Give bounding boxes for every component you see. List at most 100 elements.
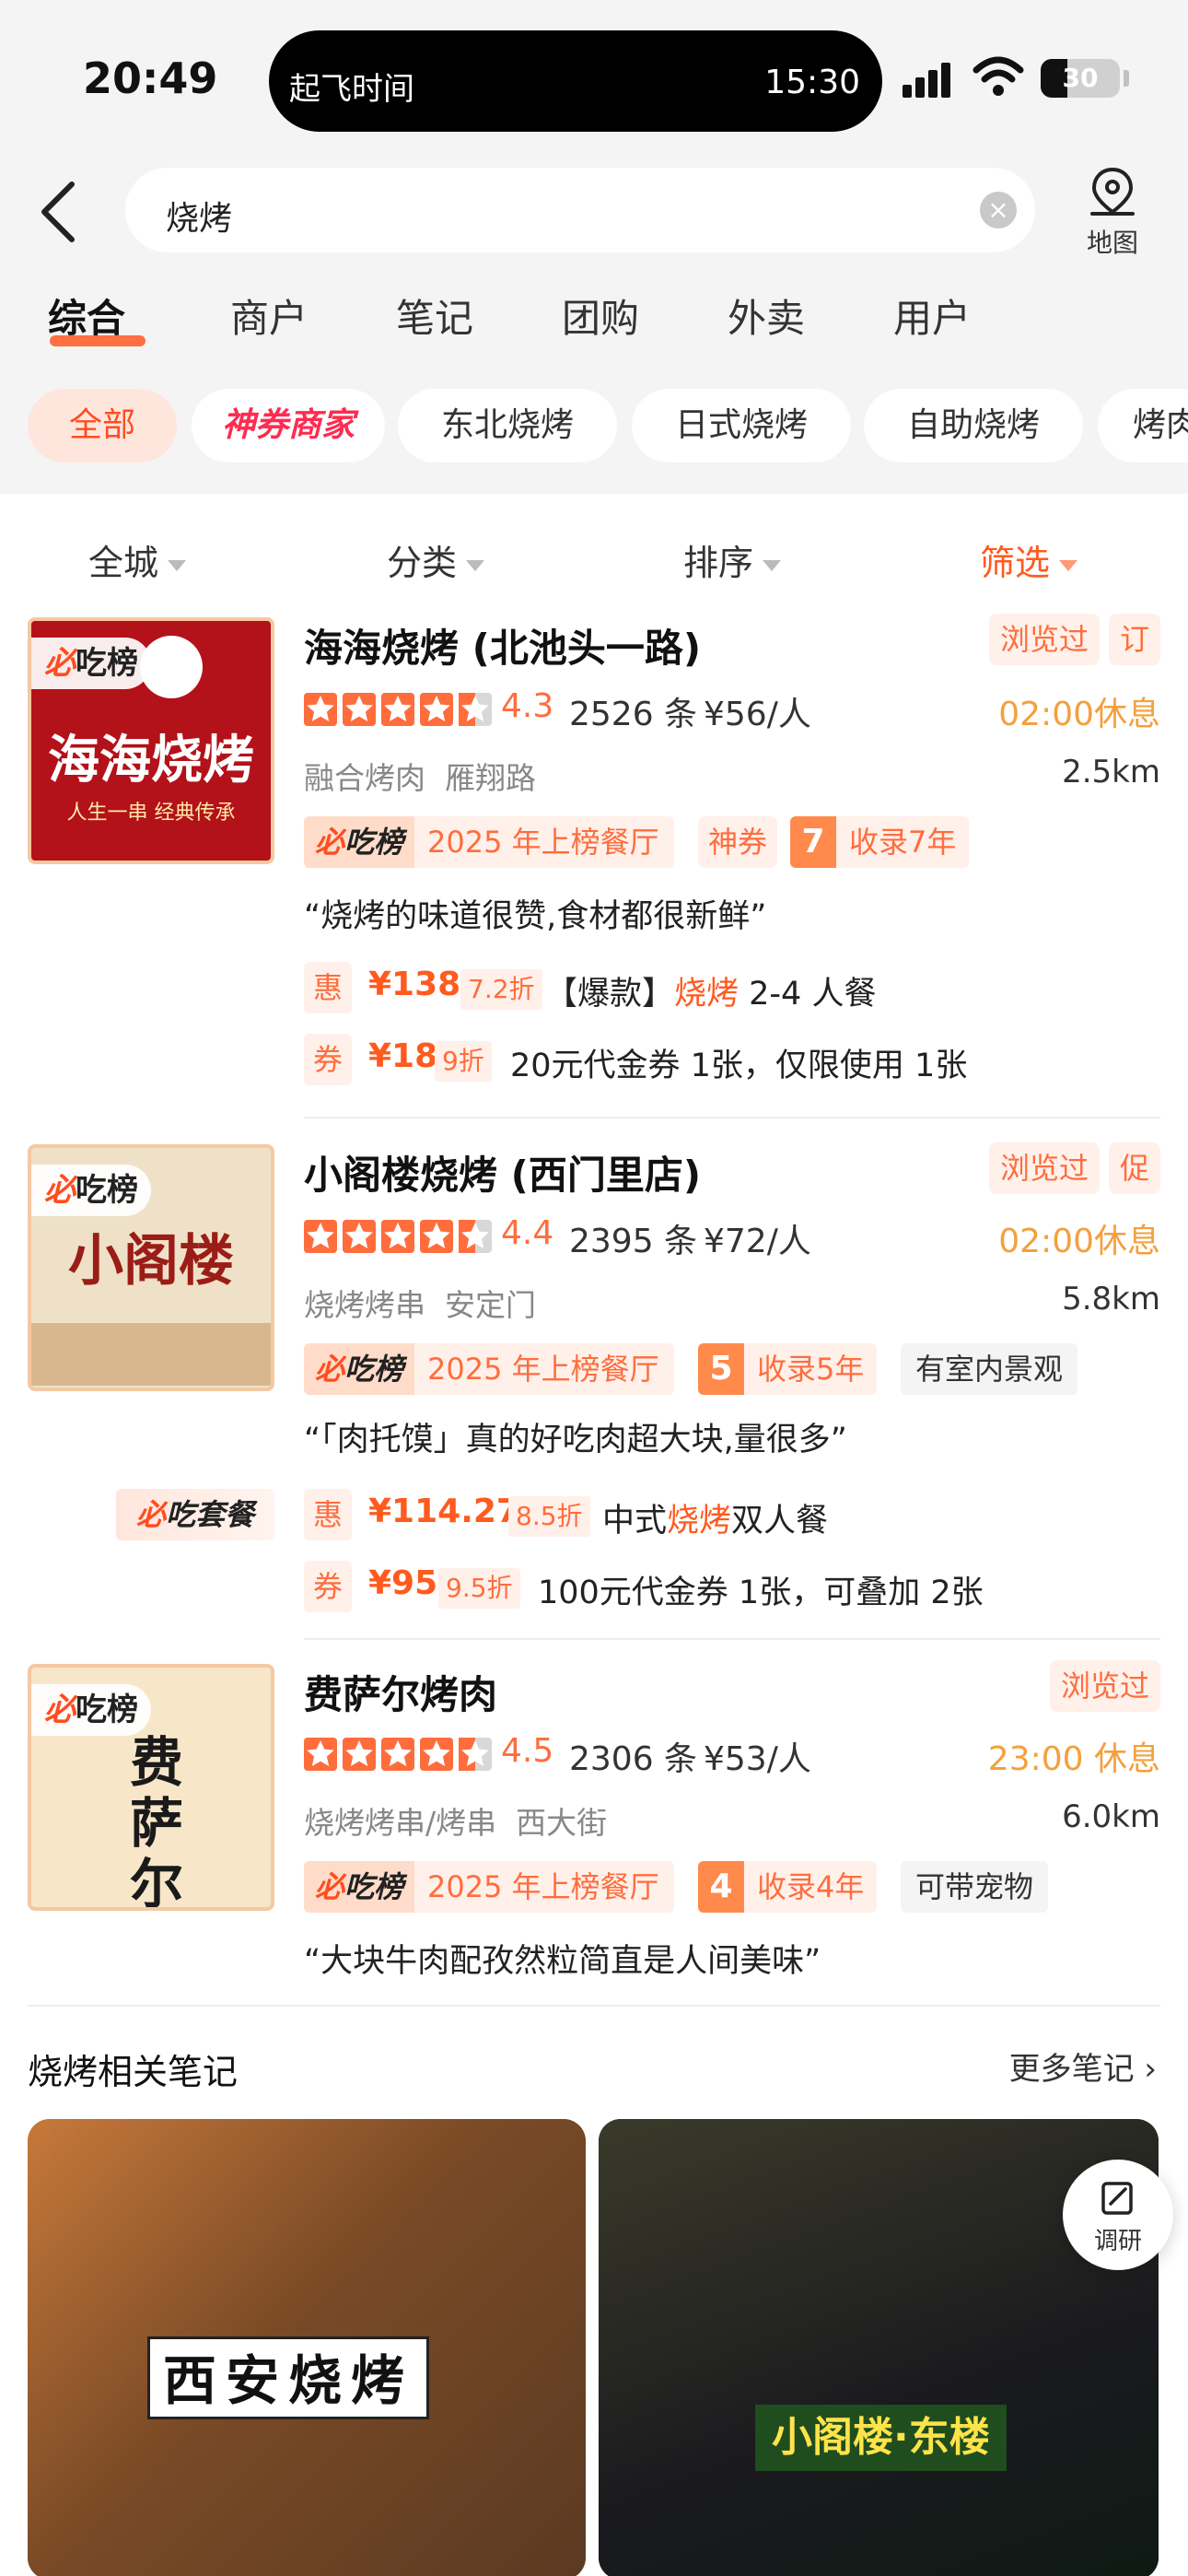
- star-icon: [304, 1220, 337, 1253]
- shop-name[interactable]: 费萨尔烤肉: [304, 1664, 497, 1720]
- deal-price: ¥18: [368, 1037, 438, 1075]
- deal-desc-post: 双人餐: [731, 1503, 829, 1540]
- status-bar: 20:49 起飞时间 15:30 30: [0, 0, 1188, 157]
- distance: 2.5km: [1062, 754, 1160, 790]
- tab-users[interactable]: 用户: [893, 287, 971, 344]
- deal-desc-highlight: 烧烤: [674, 976, 740, 1013]
- filter-category[interactable]: 分类: [387, 534, 485, 585]
- deal-discount: 9.5折: [438, 1568, 520, 1609]
- star-icon: [304, 1738, 337, 1771]
- tab-delivery[interactable]: 外卖: [728, 287, 805, 344]
- note-card[interactable]: 西安烧烤: [28, 2119, 586, 2576]
- deal-desc: 100元代金券 1张，可叠加 2张: [538, 1575, 984, 1611]
- filter-screen[interactable]: 筛选: [980, 534, 1078, 585]
- filter-sort-label: 排序: [683, 543, 754, 583]
- tab-group-buy[interactable]: 团购: [562, 287, 639, 344]
- years-number: 5: [698, 1343, 744, 1395]
- edit-note-icon: [1101, 2182, 1133, 2215]
- battery-tip: [1124, 70, 1129, 87]
- chip-all[interactable]: 全部: [28, 389, 177, 463]
- listing-thumbnail[interactable]: 海海烧烤 人生一串 经典传承 必吃榜: [28, 617, 274, 864]
- chip-buffet-bbq[interactable]: 自助烧烤: [864, 389, 1083, 463]
- listing-card[interactable]: 海海烧烤 人生一串 经典传承 必吃榜 海海烧烤 (北池头一路) 浏览过 订 4.…: [0, 595, 1188, 1131]
- avg-price: ¥53/人: [704, 1740, 811, 1778]
- listing-thumbnail[interactable]: 小阁楼 必吃榜: [28, 1144, 274, 1391]
- deal-row[interactable]: 券 ¥18 9折 20元代金券 1张，仅限使用 1张: [304, 1034, 1160, 1085]
- deal-icon: 券: [304, 1034, 352, 1085]
- deal-row[interactable]: 券 ¥95 9.5折 100元代金券 1张，可叠加 2张: [304, 1561, 1160, 1612]
- filter-screen-label: 筛选: [980, 543, 1051, 583]
- notes-section-title: 烧烤相关笔记: [28, 2052, 239, 2092]
- deal-row[interactable]: 惠 ¥114.27 8.5折 中式烧烤双人餐: [304, 1489, 1160, 1540]
- listing-card[interactable]: 小阁楼 必吃榜 小阁楼烧烤 (西门里店) 浏览过 促 4.4 2395 条 ¥7…: [0, 1131, 1188, 1640]
- rating-score: 4.4: [501, 1214, 554, 1252]
- category-area: 融合烤肉 雁翔路: [304, 754, 536, 798]
- shop-name[interactable]: 海海烧烤 (北池头一路): [304, 617, 701, 673]
- star-icon: [343, 693, 376, 726]
- star-icon: [420, 693, 453, 726]
- survey-label: 调研: [1093, 2228, 1142, 2255]
- survey-button[interactable]: 调研: [1063, 2160, 1173, 2270]
- star-icon: [381, 1220, 414, 1253]
- clear-search-icon[interactable]: ×: [980, 192, 1017, 228]
- category: 烧烤烤串/烤串: [304, 1805, 497, 1841]
- review-count: 2395 条: [569, 1223, 698, 1260]
- caret-down-icon: [1059, 559, 1078, 571]
- search-input[interactable]: 烧烤 ×: [125, 168, 1035, 252]
- review-quote: “「肉托馍」真的好吃肉超大块,量很多”: [304, 1422, 847, 1458]
- dynamic-island[interactable]: 起飞时间 15:30: [269, 30, 882, 132]
- badge-text: 吃榜: [76, 645, 138, 682]
- star-icon: [343, 1738, 376, 1771]
- badge-mark: 必: [315, 1869, 345, 1904]
- review-quote: “大块牛肉配孜然粒简直是人间美味”: [304, 1943, 821, 1980]
- distance: 6.0km: [1062, 1798, 1160, 1835]
- deal-discount: 9折: [435, 1041, 492, 1082]
- rating-score: 4.5: [501, 1732, 554, 1770]
- chip-dongbei-bbq[interactable]: 东北烧烤: [398, 389, 617, 463]
- badge-text: 吃榜: [344, 1869, 404, 1904]
- deal-row[interactable]: 惠 ¥138 7.2折 【爆款】烧烤 2-4 人餐: [304, 962, 1160, 1013]
- shop-name[interactable]: 小阁楼烧烤 (西门里店): [304, 1144, 701, 1200]
- deal-desc: 中式烧烤双人餐: [602, 1494, 828, 1541]
- chip-roast-meat[interactable]: 烤肉: [1098, 389, 1188, 463]
- star-icon: [459, 1220, 492, 1253]
- section-divider: [28, 2005, 1160, 2007]
- tab-notes[interactable]: 笔记: [396, 287, 473, 344]
- feature-tag: 可带宠物: [901, 1861, 1049, 1913]
- bichibang-badge: 必吃榜: [304, 816, 415, 868]
- note-image-caption: 小阁楼·东楼: [755, 2405, 1007, 2471]
- deal-desc-highlight: 烧烤: [667, 1503, 732, 1540]
- divider: [304, 1117, 1160, 1118]
- star-icon: [459, 693, 492, 726]
- wifi-icon: [973, 56, 1024, 96]
- filter-category-label: 分类: [387, 543, 458, 583]
- feature-tag: 有室内景观: [901, 1343, 1078, 1395]
- listing-thumbnail[interactable]: 费萨尔 必吃榜: [28, 1664, 274, 1911]
- review-quote: “烧烤的味道很赞,食材都很新鲜”: [304, 898, 767, 935]
- badge-mark: 必: [315, 1352, 345, 1387]
- result-tabs: 综合 商户 笔记 团购 外卖 用户: [0, 267, 1188, 369]
- star-icon: [304, 693, 337, 726]
- map-button[interactable]: 地图: [1074, 166, 1151, 267]
- avg-price: ¥56/人: [704, 696, 811, 733]
- caret-down-icon: [763, 559, 782, 571]
- filter-sort[interactable]: 排序: [683, 534, 782, 585]
- deal-discount: 8.5折: [508, 1496, 590, 1537]
- more-notes-label: 更多笔记: [1008, 2051, 1135, 2088]
- chip-japanese-bbq[interactable]: 日式烧烤: [632, 389, 851, 463]
- deal-desc-post: 2-4 人餐: [739, 976, 877, 1013]
- island-activity-time: 15:30: [764, 64, 860, 101]
- cellular-signal-icon: [903, 61, 958, 98]
- category-area: 烧烤烤串/烤串 西大街: [304, 1798, 607, 1843]
- more-notes-link[interactable]: 更多笔记 ›: [1009, 2043, 1157, 2089]
- listing-card[interactable]: 费萨尔 必吃榜 费萨尔烤肉 浏览过 4.5 2306 条 ¥53/人 23:00…: [0, 1638, 1188, 2007]
- star-icon: [381, 1738, 414, 1771]
- rating-score: 4.3: [501, 687, 554, 725]
- years-listed-badge: 7 收录7年: [790, 816, 970, 868]
- chip-coupon-merchants[interactable]: 神券商家: [192, 389, 385, 463]
- back-arrow-icon[interactable]: [31, 177, 90, 247]
- tab-merchants[interactable]: 商户: [230, 287, 308, 344]
- filter-city[interactable]: 全城: [88, 534, 187, 585]
- close-time: 02:00休息: [998, 696, 1160, 733]
- tab-all[interactable]: 综合: [48, 287, 125, 344]
